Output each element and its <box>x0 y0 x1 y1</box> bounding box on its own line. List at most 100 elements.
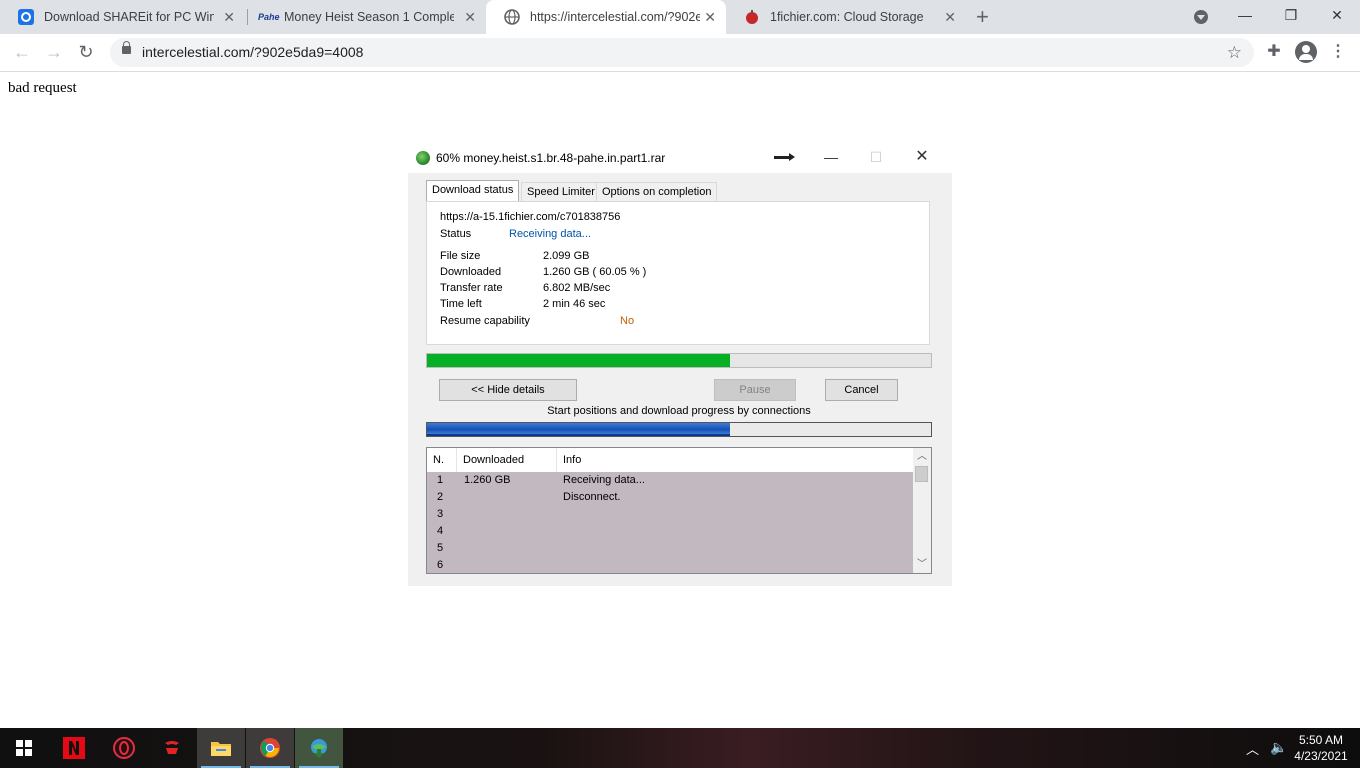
list-item[interactable]: 6 <box>427 558 913 573</box>
profile-avatar-icon[interactable] <box>1295 41 1317 63</box>
resume-capability-value: No <box>620 315 635 327</box>
list-item[interactable]: 1 1.260 GB Receiving data... <box>427 473 913 490</box>
taskbar-opera-gx[interactable] <box>100 728 148 768</box>
tab-intercelestial[interactable]: https://intercelestial.com/?902e5 ✕ <box>486 0 726 34</box>
taskbar-file-explorer[interactable] <box>197 728 245 768</box>
tab-download-status[interactable]: Download status <box>426 180 520 203</box>
list-item[interactable]: 3 <box>427 507 913 524</box>
close-tab-icon[interactable]: ✕ <box>704 0 716 34</box>
connection-number: 5 <box>437 542 444 554</box>
back-icon[interactable]: ← <box>10 40 34 64</box>
status-label: Status <box>440 228 472 240</box>
1fichier-icon <box>746 10 758 24</box>
garena-icon <box>161 737 183 759</box>
scroll-thumb[interactable] <box>915 466 928 482</box>
dialog-titlebar[interactable]: 60% money.heist.s1.br.48-pahe.in.part1.r… <box>408 143 952 173</box>
taskbar-clock[interactable]: 5:50 AM 4/23/2021 <box>1290 732 1352 764</box>
connections-list[interactable]: N. Downloaded Info 1 1.260 GB Receiving … <box>426 447 932 574</box>
cancel-button[interactable]: Cancel <box>825 379 898 401</box>
netflix-icon <box>63 737 85 759</box>
address-bar[interactable]: intercelestial.com/?902e5da9=4008 ☆ <box>110 38 1254 67</box>
taskbar-idm[interactable] <box>295 728 343 768</box>
connection-number: 3 <box>437 508 444 520</box>
download-status-panel: https://a-15.1fichier.com/c701838756 Sta… <box>426 201 930 345</box>
transfer-rate-value: 6.802 MB/sec <box>543 282 611 294</box>
downloaded-value: 1.260 GB ( 60.05 % ) <box>543 266 647 278</box>
dialog-close-button[interactable]: ✕ <box>902 143 942 173</box>
dialog-maximize-button: ☐ <box>869 149 883 165</box>
connection-number: 2 <box>437 491 444 503</box>
connections-progress-fill <box>427 423 730 436</box>
tab-title: Money Heist Season 1 Complete <box>284 10 454 24</box>
list-item[interactable]: 4 <box>427 524 913 541</box>
extensions-puzzle-icon[interactable]: ✚ <box>1262 40 1286 64</box>
close-tab-icon[interactable]: ✕ <box>944 0 956 34</box>
start-button[interactable] <box>0 728 48 768</box>
close-tab-icon[interactable]: ✕ <box>223 0 235 34</box>
bookmark-star-icon[interactable]: ☆ <box>1227 38 1242 67</box>
resume-capability-label: Resume capability <box>440 315 530 327</box>
browser-toolbar: ← → ↻ intercelestial.com/?902e5da9=4008 … <box>0 34 1360 72</box>
tab-1fichier[interactable]: 1fichier.com: Cloud Storage ✕ <box>726 0 966 34</box>
opera-gx-icon <box>113 737 135 759</box>
tab-title: https://intercelestial.com/?902e5 <box>530 10 700 24</box>
pause-button[interactable]: Pause <box>714 379 796 401</box>
connections-progress-bar <box>426 422 932 437</box>
file-explorer-icon <box>211 742 231 756</box>
download-progress-fill <box>427 354 730 367</box>
list-item[interactable]: 2 Disconnect. <box>427 490 913 507</box>
dialog-minimize-button[interactable]: — <box>811 143 851 173</box>
shareit-icon <box>18 9 34 25</box>
idm-download-dialog: 60% money.heist.s1.br.48-pahe.in.part1.r… <box>408 143 952 586</box>
windows-logo-icon <box>16 740 32 756</box>
connections-label: Start positions and download progress by… <box>547 405 811 417</box>
tab-shareit[interactable]: Download SHAREit for PC Windo ✕ <box>0 0 245 34</box>
connection-info: Disconnect. <box>563 491 621 503</box>
taskbar-chrome[interactable] <box>246 728 294 768</box>
list-header: N. Downloaded Info <box>427 448 913 472</box>
tab-money-heist[interactable]: Pahe Money Heist Season 1 Complete ✕ <box>240 0 486 34</box>
download-progress-bar <box>426 353 932 368</box>
hide-details-button[interactable]: << Hide details <box>439 379 577 401</box>
tab-search-icon[interactable] <box>1194 10 1208 24</box>
connection-number: 6 <box>437 559 444 571</box>
new-tab-button[interactable]: + <box>976 4 989 30</box>
column-header-downloaded[interactable]: Downloaded <box>457 448 557 472</box>
tab-title: 1fichier.com: Cloud Storage <box>770 10 924 24</box>
tab-options-on-completion[interactable]: Options on completion <box>596 182 718 202</box>
time-left-value: 2 min 46 sec <box>543 298 606 310</box>
column-header-n[interactable]: N. <box>427 448 457 472</box>
taskbar-netflix[interactable] <box>50 728 98 768</box>
show-hidden-icons-icon[interactable]: ︿ <box>1246 739 1259 758</box>
url-text[interactable]: intercelestial.com/?902e5da9=4008 <box>142 38 363 67</box>
close-tab-icon[interactable]: ✕ <box>464 0 476 34</box>
windows-taskbar: ︿ 🔈 5:50 AM 4/23/2021 <box>0 728 1360 768</box>
idm-globe-icon <box>416 151 430 165</box>
tab-speed-limiter[interactable]: Speed Limiter <box>521 182 601 202</box>
tab-title: Download SHAREit for PC Windo <box>44 10 214 24</box>
list-scrollbar[interactable]: ︿ ﹀ <box>913 448 931 573</box>
status-value: Receiving data... <box>509 228 591 240</box>
minimize-button[interactable]: — <box>1222 0 1268 30</box>
volume-icon[interactable]: 🔈 <box>1270 739 1287 756</box>
close-window-button[interactable]: ✕ <box>1314 0 1360 30</box>
taskbar-garena[interactable] <box>148 728 196 768</box>
column-header-info[interactable]: Info <box>557 448 913 472</box>
restore-button[interactable]: ❐ <box>1268 0 1314 30</box>
connection-info: Receiving data... <box>563 474 645 486</box>
browser-tab-strip: Download SHAREit for PC Windo ✕ Pahe Mon… <box>0 0 1360 34</box>
scroll-up-icon[interactable]: ︿ <box>913 448 931 465</box>
list-item[interactable]: 5 <box>427 541 913 558</box>
reload-icon[interactable]: ↻ <box>74 40 98 64</box>
page-body-text: bad request <box>8 80 77 96</box>
transfer-rate-label: Transfer rate <box>440 282 503 294</box>
scroll-down-icon[interactable]: ﹀ <box>913 556 931 573</box>
file-size-label: File size <box>440 250 481 262</box>
menu-kebab-icon[interactable]: ⋮ <box>1326 40 1350 64</box>
lock-icon[interactable] <box>122 41 131 54</box>
idm-icon <box>311 739 327 758</box>
globe-icon <box>504 9 520 25</box>
clock-date: 4/23/2021 <box>1294 749 1348 763</box>
connection-downloaded: 1.260 GB <box>464 474 511 486</box>
forward-icon[interactable]: → <box>42 40 66 64</box>
